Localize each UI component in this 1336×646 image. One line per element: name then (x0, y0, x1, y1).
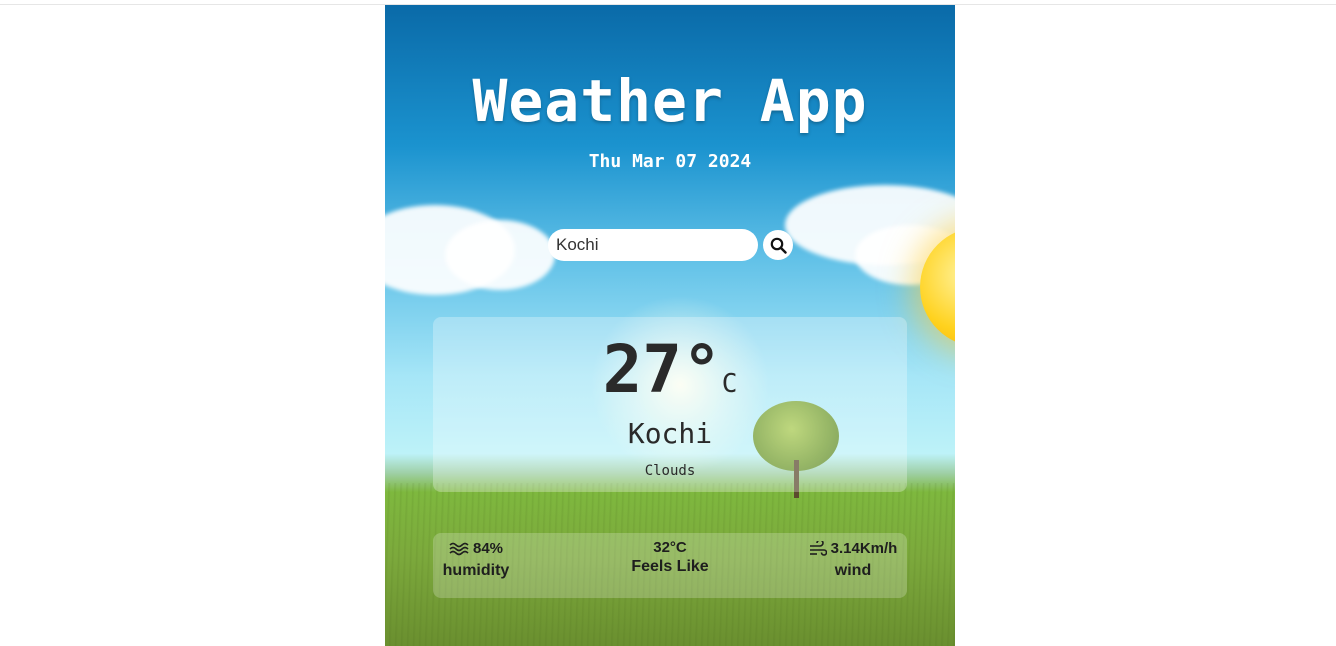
wind-label: wind (834, 562, 872, 579)
feels-like-value: 32°C (653, 539, 687, 556)
city-name: Kochi (627, 417, 713, 450)
current-weather-card: 27°C Kochi Clouds (433, 317, 907, 492)
humidity-waves-icon (449, 542, 469, 556)
weather-app: Weather App Thu Mar 07 2024 27°C Kochi C… (385, 5, 955, 646)
current-date: Thu Mar 07 2024 (588, 151, 752, 172)
temperature-unit: C (721, 369, 738, 399)
feels-like-stat: 32°C Feels Like (603, 539, 737, 576)
weather-condition: Clouds (644, 463, 696, 479)
humidity-stat: 84% humidity (441, 540, 511, 580)
search-icon (770, 237, 787, 254)
city-search-input[interactable] (548, 229, 758, 261)
app-title: Weather App (472, 67, 868, 135)
wind-stat: 3.14Km/h wind (805, 540, 901, 580)
humidity-label: humidity (442, 562, 510, 579)
humidity-value: 84% (472, 540, 504, 557)
weather-stats-card: 84% humidity 32°C Feels Like 3.14Km/h wi… (433, 533, 907, 598)
temperature-value: 27° (602, 331, 722, 408)
cloud-left-small (445, 220, 555, 290)
search-button[interactable] (763, 230, 793, 260)
temperature-display: 27°C (433, 331, 907, 408)
wind-icon (809, 540, 827, 557)
wind-value: 3.14Km/h (830, 540, 898, 557)
feels-like-label: Feels Like (631, 558, 709, 575)
